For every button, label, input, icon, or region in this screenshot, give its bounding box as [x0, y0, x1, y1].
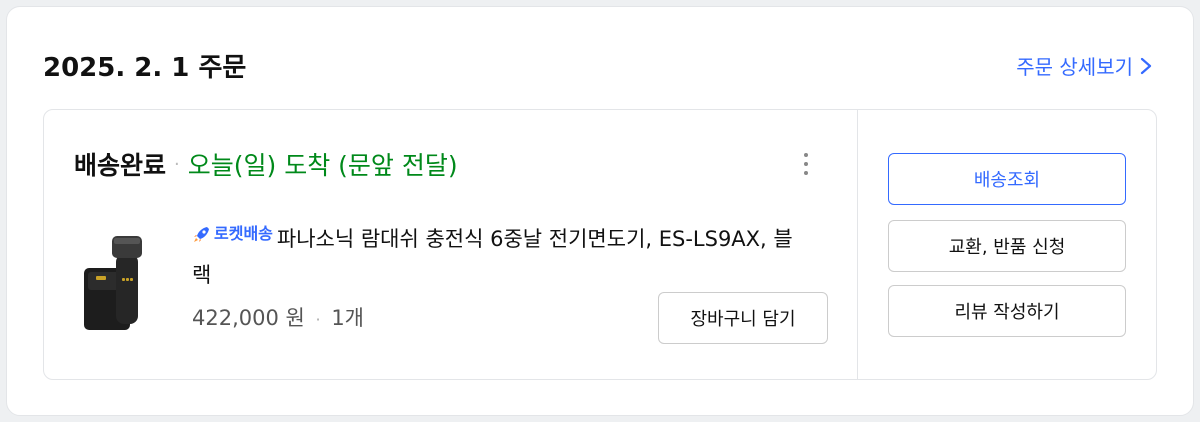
- product-price: 422,000 원: [192, 306, 305, 330]
- write-review-button[interactable]: 리뷰 작성하기: [888, 285, 1126, 337]
- chevron-right-icon: [1140, 57, 1152, 74]
- product-thumbnail[interactable]: [82, 232, 154, 332]
- product-name-line[interactable]: 로켓배송 파나소닉 람대쉬 충전식 6중날 전기면도기, ES-LS9AX, 블…: [192, 216, 812, 293]
- add-to-cart-button[interactable]: 장바구니 담기: [658, 292, 828, 344]
- arrival-info: 오늘(일) 도착 (문앞 전달): [187, 151, 458, 180]
- order-date-title: 2025. 2. 1 주문: [43, 53, 247, 83]
- product-name: 파나소닉 람대쉬 충전식 6중날 전기면도기, ES-LS9AX, 블랙: [192, 227, 793, 287]
- order-card: 2025. 2. 1 주문 주문 상세보기 배송완료 · 오늘(일) 도착 (문…: [6, 6, 1194, 416]
- product-quantity: 1개: [331, 306, 364, 330]
- shipment-status-row: 배송완료 · 오늘(일) 도착 (문앞 전달): [74, 146, 458, 182]
- rocket-badge-label: 로켓배송: [214, 224, 273, 243]
- status-separator: ·: [174, 153, 180, 175]
- product-info: 로켓배송 파나소닉 람대쉬 충전식 6중날 전기면도기, ES-LS9AX, 블…: [192, 216, 812, 293]
- shipment-box: 배송완료 · 오늘(일) 도착 (문앞 전달) 로켓배송 파나소닉 람대쉬 충전…: [43, 109, 1157, 380]
- action-pane: 배송조회 교환, 반품 신청 리뷰 작성하기: [858, 110, 1158, 379]
- track-delivery-button[interactable]: 배송조회: [888, 153, 1126, 205]
- order-detail-link[interactable]: 주문 상세보기: [1016, 51, 1153, 80]
- delivery-status: 배송완료: [74, 151, 167, 180]
- exchange-return-button[interactable]: 교환, 반품 신청: [888, 220, 1126, 272]
- rocket-icon: [194, 227, 209, 242]
- shipment-info-pane: 배송완료 · 오늘(일) 도착 (문앞 전달) 로켓배송 파나소닉 람대쉬 충전…: [44, 110, 858, 379]
- price-separator: ·: [315, 310, 321, 329]
- rocket-delivery-badge: 로켓배송: [192, 216, 273, 252]
- more-options-icon[interactable]: [796, 150, 816, 178]
- order-detail-link-label: 주문 상세보기: [1016, 55, 1133, 79]
- price-row: 422,000 원 · 1개: [192, 302, 364, 332]
